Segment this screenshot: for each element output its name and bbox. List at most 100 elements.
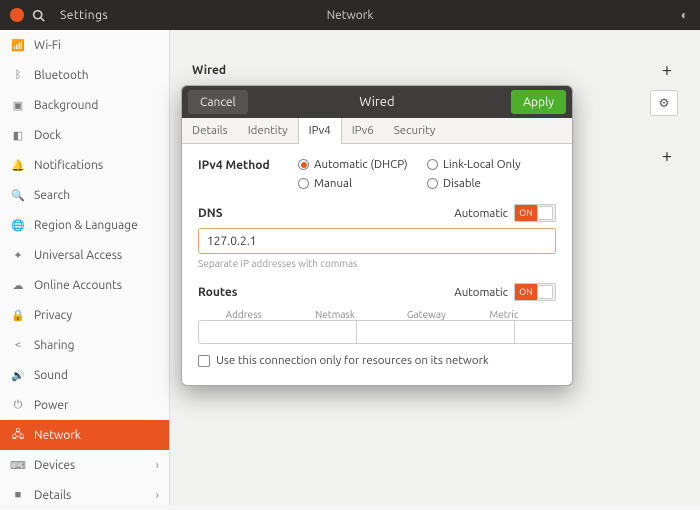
window-close-icon[interactable] [10, 8, 24, 22]
routes-auto-toggle[interactable]: ON [514, 283, 556, 301]
gear-icon: ⚙ [659, 96, 670, 110]
power-icon: ⏻ [10, 399, 26, 412]
speaker-icon: 🔊 [10, 369, 26, 382]
only-for-network-checkbox[interactable] [198, 355, 210, 367]
sidebar-item-privacy[interactable]: 🔒 Privacy [0, 300, 169, 330]
chevron-right-icon: › [156, 459, 159, 472]
tab-identity[interactable]: Identity [238, 118, 298, 143]
toggle-knob [537, 206, 553, 220]
sidebar-item-label: Search [34, 189, 70, 202]
tab-details[interactable]: Details [182, 118, 238, 143]
toggle-on-label: ON [515, 284, 537, 300]
col-gateway: Gateway [381, 309, 472, 320]
route-netmask-input[interactable] [356, 320, 514, 344]
dns-servers-input[interactable] [198, 228, 556, 254]
tab-ipv6[interactable]: IPv6 [342, 118, 384, 143]
only-for-network-label: Use this connection only for resources o… [216, 354, 489, 367]
tab-ipv4[interactable]: IPv4 [298, 118, 342, 144]
bluetooth-icon: ᛒ [10, 69, 26, 81]
routes-auto-label: Automatic [454, 286, 508, 299]
sidebar-item-details[interactable]: ■ Details › [0, 480, 169, 510]
chevron-right-icon: › [156, 489, 159, 502]
cancel-button[interactable]: Cancel [188, 90, 248, 114]
dock-icon: ◧ [10, 129, 26, 142]
add-wired-button[interactable]: + [662, 60, 678, 80]
sidebar-item-region[interactable]: 🌐 Region & Language [0, 210, 169, 240]
dialog-header: Cancel Wired Apply [182, 86, 572, 118]
radio-disable[interactable]: Disable [427, 177, 556, 190]
toggle-knob [537, 285, 553, 299]
route-address-input[interactable] [198, 320, 356, 344]
sidebar-item-power[interactable]: ⏻ Power [0, 390, 169, 420]
sidebar-item-label: Power [34, 399, 69, 412]
search-icon[interactable] [32, 9, 50, 22]
dns-hint: Separate IP addresses with commas [198, 258, 556, 269]
dns-auto-toggle[interactable]: ON [514, 204, 556, 222]
sidebar-item-label: Bluetooth [34, 69, 89, 82]
sidebar-item-notifications[interactable]: 🔔 Notifications [0, 150, 169, 180]
radio-dot-icon [298, 178, 309, 189]
details-icon: ■ [10, 489, 26, 501]
titlebar: Settings Network ◐ [0, 0, 700, 30]
bell-icon: 🔔 [10, 159, 26, 172]
sidebar-item-label: Online Accounts [34, 279, 122, 292]
col-metric: Metric [472, 309, 536, 320]
sidebar-item-network[interactable]: 🖧 Network [0, 420, 169, 450]
sidebar-item-label: Network [34, 429, 81, 442]
sidebar-item-devices[interactable]: ⌨ Devices › [0, 450, 169, 480]
sidebar-item-label: Sound [34, 369, 68, 382]
network-icon: 🖧 [10, 426, 26, 445]
tab-security[interactable]: Security [384, 118, 446, 143]
routes-label: Routes [198, 286, 237, 299]
dialog-tabs: Details Identity IPv4 IPv6 Security [182, 118, 572, 144]
sidebar-item-wifi[interactable]: 📶 Wi-Fi [0, 30, 169, 60]
sidebar-item-bluetooth[interactable]: ᛒ Bluetooth [0, 60, 169, 90]
cloud-icon: ☁ [10, 279, 26, 292]
sidebar-item-label: Details [34, 489, 71, 502]
ipv4-method-label: IPv4 Method [198, 158, 298, 172]
sidebar-item-label: Background [34, 99, 98, 112]
globe-icon: 🌐 [10, 219, 26, 232]
lock-icon: 🔒 [10, 309, 26, 322]
sidebar-item-sound[interactable]: 🔊 Sound [0, 360, 169, 390]
route-gateway-input[interactable] [514, 320, 573, 344]
background-icon: ▣ [10, 99, 26, 112]
app-name: Settings [60, 9, 108, 22]
window-menu-icon[interactable]: ◐ [681, 8, 688, 22]
apply-button[interactable]: Apply [511, 90, 566, 114]
devices-icon: ⌨ [10, 459, 26, 472]
col-address: Address [198, 309, 289, 320]
sidebar-item-label: Devices [34, 459, 75, 472]
dns-auto-label: Automatic [454, 207, 508, 220]
col-netmask: Netmask [289, 309, 380, 320]
search-icon: 🔍 [10, 189, 26, 202]
sidebar-item-label: Dock [34, 129, 61, 142]
wired-settings-button[interactable]: ⚙ [650, 90, 678, 116]
radio-dot-icon [298, 159, 309, 170]
toggle-on-label: ON [515, 205, 537, 221]
radio-dot-icon [427, 178, 438, 189]
sidebar-item-label: Universal Access [34, 249, 122, 262]
sidebar-item-label: Wi-Fi [34, 39, 61, 52]
sidebar: 📶 Wi-Fi ᛒ Bluetooth ▣ Background ◧ Dock 🔔 Not… [0, 30, 170, 505]
sidebar-item-label: Sharing [34, 339, 75, 352]
add-vpn-button[interactable]: + [662, 146, 678, 166]
sidebar-item-dock[interactable]: ◧ Dock [0, 120, 169, 150]
radio-link-local[interactable]: Link-Local Only [427, 158, 556, 171]
radio-dot-icon [427, 159, 438, 170]
sidebar-item-label: Notifications [34, 159, 103, 172]
sidebar-item-label: Privacy [34, 309, 72, 322]
wired-section-label: Wired [192, 64, 226, 77]
sidebar-item-sharing[interactable]: < Sharing [0, 330, 169, 360]
dns-label: DNS [198, 207, 223, 220]
sharing-icon: < [10, 339, 26, 351]
wifi-icon: 📶 [10, 39, 26, 52]
radio-automatic-dhcp[interactable]: Automatic (DHCP) [298, 158, 427, 171]
sidebar-item-online-accounts[interactable]: ☁ Online Accounts [0, 270, 169, 300]
sidebar-item-search[interactable]: 🔍 Search [0, 180, 169, 210]
sidebar-item-label: Region & Language [34, 219, 138, 232]
connection-editor-dialog: Cancel Wired Apply Details Identity IPv4… [181, 85, 573, 386]
sidebar-item-universal-access[interactable]: ✦Universal Access [0, 240, 169, 270]
sidebar-item-background[interactable]: ▣ Background [0, 90, 169, 120]
radio-manual[interactable]: Manual [298, 177, 427, 190]
